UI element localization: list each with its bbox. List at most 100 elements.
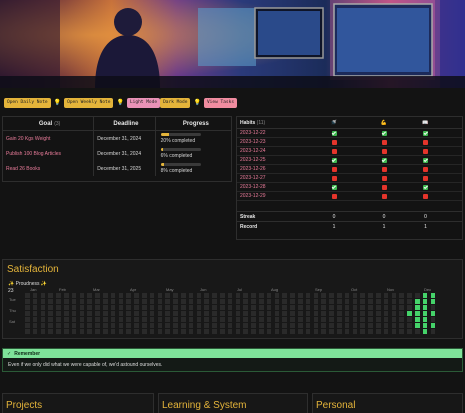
heatmap-cell[interactable]: [196, 305, 202, 310]
heatmap-cell[interactable]: [360, 329, 365, 334]
heatmap-cell[interactable]: [266, 305, 272, 310]
heatmap-cell[interactable]: [235, 293, 241, 298]
heatmap-cell[interactable]: [134, 323, 139, 328]
heatmap-cell[interactable]: [399, 305, 404, 310]
heatmap-cell[interactable]: [235, 329, 241, 334]
heatmap-cell[interactable]: [259, 293, 264, 298]
heatmap-cell[interactable]: [251, 329, 256, 334]
heatmap-cell[interactable]: [321, 299, 326, 304]
heatmap-cell[interactable]: [181, 293, 186, 298]
heatmap-cell[interactable]: [337, 305, 342, 310]
heatmap-cell[interactable]: [313, 311, 319, 316]
heatmap-cell[interactable]: [407, 299, 412, 304]
heatmap-cell[interactable]: [134, 293, 139, 298]
heatmap-cell[interactable]: [368, 311, 373, 316]
heatmap-cell[interactable]: [64, 299, 69, 304]
heatmap-cell[interactable]: [181, 311, 186, 316]
heatmap-cell[interactable]: [243, 317, 248, 322]
heatmap-cell[interactable]: [360, 317, 365, 322]
heatmap-cell[interactable]: [313, 293, 319, 298]
heatmap-cell[interactable]: [71, 311, 77, 316]
heatmap-cell[interactable]: [391, 317, 397, 322]
heatmap-cell[interactable]: [142, 293, 147, 298]
heatmap-cell[interactable]: [64, 317, 69, 322]
dark-mode-button[interactable]: Dark Mode: [160, 98, 191, 108]
heatmap-cell[interactable]: [259, 317, 264, 322]
heatmap-cell[interactable]: [188, 299, 194, 304]
heatmap-cell[interactable]: [399, 299, 404, 304]
heatmap-cell[interactable]: [157, 329, 163, 334]
heatmap-cell[interactable]: [422, 323, 428, 328]
heatmap-cell[interactable]: [282, 299, 287, 304]
heatmap-cell[interactable]: [274, 317, 280, 322]
heatmap-cell[interactable]: [383, 311, 389, 316]
heatmap-cell[interactable]: [282, 305, 287, 310]
heatmap-cell[interactable]: [298, 305, 303, 310]
heatmap-cell[interactable]: [337, 299, 342, 304]
heatmap-cell[interactable]: [227, 293, 233, 298]
heatmap-cell[interactable]: [282, 293, 287, 298]
heatmap-cell[interactable]: [196, 293, 202, 298]
heatmap-cell[interactable]: [376, 293, 381, 298]
goal-link[interactable]: Publish 100 Blog Articles: [6, 151, 61, 157]
heatmap-cell[interactable]: [383, 317, 389, 322]
heatmap-cell[interactable]: [259, 305, 264, 310]
heatmap-cell[interactable]: [118, 329, 124, 334]
heatmap-cell[interactable]: [118, 317, 124, 322]
heatmap-cell[interactable]: [64, 329, 69, 334]
heatmap-cell[interactable]: [142, 317, 147, 322]
heatmap-cell[interactable]: [266, 311, 272, 316]
heatmap-cell[interactable]: [383, 293, 389, 298]
heatmap-cell[interactable]: [422, 305, 428, 310]
heatmap-cell[interactable]: [32, 311, 38, 316]
heatmap-cell[interactable]: [329, 323, 334, 328]
heatmap-cell[interactable]: [157, 317, 163, 322]
heatmap-cell[interactable]: [87, 311, 92, 316]
heatmap-cell[interactable]: [227, 317, 233, 322]
heatmap-cell[interactable]: [368, 317, 373, 322]
heatmap-cell[interactable]: [95, 323, 100, 328]
heatmap-cell[interactable]: [126, 329, 131, 334]
heatmap-cell[interactable]: [298, 299, 303, 304]
heatmap-cell[interactable]: [165, 293, 170, 298]
heatmap-cell[interactable]: [56, 299, 61, 304]
heatmap-cell[interactable]: [103, 323, 108, 328]
heatmap-cell[interactable]: [181, 323, 186, 328]
heatmap-cell[interactable]: [344, 311, 350, 316]
heatmap-cell[interactable]: [110, 329, 116, 334]
heatmap-cell[interactable]: [220, 323, 225, 328]
heatmap-cell[interactable]: [142, 305, 147, 310]
heatmap-cell[interactable]: [48, 317, 53, 322]
heatmap-cell[interactable]: [40, 293, 46, 298]
heatmap-cell[interactable]: [368, 299, 373, 304]
heatmap-cell[interactable]: [165, 317, 170, 322]
heatmap-cell[interactable]: [259, 323, 264, 328]
heatmap-cell[interactable]: [243, 323, 248, 328]
heatmap-cell[interactable]: [87, 317, 92, 322]
heatmap-cell[interactable]: [243, 299, 248, 304]
heatmap-cell[interactable]: [227, 305, 233, 310]
heatmap-cell[interactable]: [266, 299, 272, 304]
heatmap-cell[interactable]: [298, 329, 303, 334]
heatmap-cell[interactable]: [204, 311, 209, 316]
heatmap-cell[interactable]: [71, 317, 77, 322]
heatmap-cell[interactable]: [173, 323, 178, 328]
heatmap-cell[interactable]: [422, 317, 428, 322]
heatmap-cell[interactable]: [407, 323, 412, 328]
heatmap-cell[interactable]: [181, 305, 186, 310]
heatmap-cell[interactable]: [149, 317, 155, 322]
heatmap-cell[interactable]: [376, 329, 381, 334]
heatmap-cell[interactable]: [376, 323, 381, 328]
heatmap-cell[interactable]: [87, 299, 92, 304]
goal-link[interactable]: Read 26 Books: [6, 166, 40, 172]
heatmap-cell[interactable]: [352, 329, 358, 334]
view-tasks-button[interactable]: View Tasks: [203, 98, 238, 108]
heatmap-cell[interactable]: [165, 329, 170, 334]
heatmap-cell[interactable]: [337, 317, 342, 322]
heatmap-cell[interactable]: [87, 305, 92, 310]
heatmap-cell[interactable]: [25, 323, 30, 328]
heatmap-cell[interactable]: [235, 323, 241, 328]
heatmap-cell[interactable]: [383, 329, 389, 334]
heatmap-cell[interactable]: [149, 311, 155, 316]
heatmap-cell[interactable]: [313, 329, 319, 334]
